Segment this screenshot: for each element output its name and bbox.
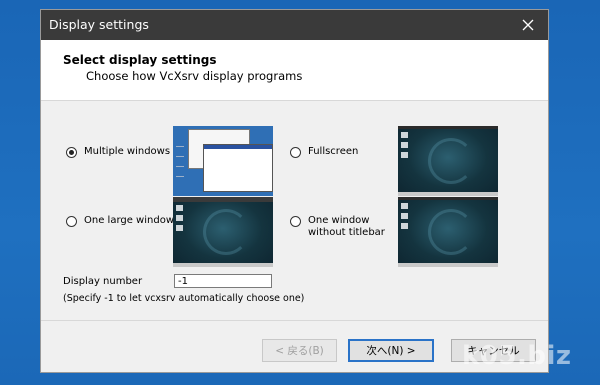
preview-one-large-window — [173, 197, 273, 267]
radio-button-icon — [66, 216, 77, 227]
divider — [41, 320, 548, 321]
back-button[interactable]: < 戻る(B) — [262, 339, 337, 362]
title-bar[interactable]: Display settings — [41, 10, 548, 40]
next-button[interactable]: 次へ(N) > — [348, 339, 434, 362]
radio-fullscreen[interactable]: Fullscreen — [290, 146, 358, 158]
radio-one-large-window[interactable]: One large window — [66, 215, 174, 227]
display-number-label: Display number — [63, 276, 143, 287]
radio-label: Fullscreen — [308, 146, 359, 157]
page-subtitle: Choose how VcXsrv display programs — [86, 69, 303, 83]
radio-label: Multiple windows — [84, 146, 171, 157]
display-number-input[interactable] — [174, 274, 272, 288]
preview-one-window-without-titlebar — [398, 197, 498, 267]
preview-window — [203, 144, 273, 192]
radio-label: One large window — [84, 215, 174, 226]
preview-fullscreen — [398, 126, 498, 196]
radio-button-icon — [290, 147, 301, 158]
radio-label: One window without titlebar — [308, 215, 385, 238]
radio-one-window-without-titlebar[interactable]: One window without titlebar — [290, 215, 385, 239]
watermark-logo: k05.biz — [462, 341, 572, 371]
wizard-header: Select display settings Choose how VcXsr… — [41, 40, 548, 101]
display-number-hint: (Specify -1 to let vcxsrv automatically … — [63, 293, 305, 304]
radio-button-icon — [66, 147, 77, 158]
window-title: Display settings — [49, 17, 149, 32]
preview-multiple-windows — [173, 126, 273, 196]
radio-button-icon — [290, 216, 301, 227]
page-title: Select display settings — [63, 53, 217, 67]
display-settings-dialog: Display settings Select display settings… — [40, 9, 549, 373]
close-button[interactable] — [508, 10, 548, 40]
close-icon — [522, 19, 534, 31]
radio-multiple-windows[interactable]: Multiple windows — [66, 146, 170, 158]
